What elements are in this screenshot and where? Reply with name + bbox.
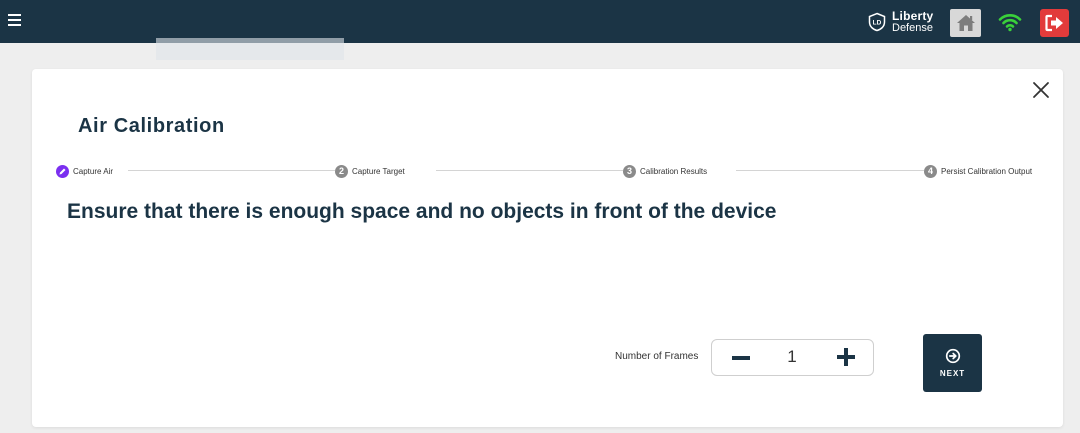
step-connector: [436, 170, 644, 171]
logout-button[interactable]: [1040, 9, 1069, 37]
step-calibration-results: 3 Calibration Results: [623, 164, 708, 178]
instruction-text: Ensure that there is enough space and no…: [67, 200, 777, 223]
step-label: Persist Calibration Output: [941, 166, 1033, 176]
decrement-button[interactable]: [730, 348, 752, 368]
step-label: Capture Target: [352, 166, 405, 176]
pencil-icon: [56, 164, 69, 178]
brand-logo: LD Liberty Defense: [866, 10, 933, 34]
frames-label: Number of Frames: [615, 351, 699, 362]
step-label: Capture Air: [73, 166, 114, 176]
next-button[interactable]: NEXT: [923, 334, 982, 392]
brand-name-line2: Defense: [892, 22, 933, 34]
step-number: 3: [623, 164, 636, 178]
air-calibration-modal: Air Calibration Capture Air 2 Capture Ta…: [32, 69, 1063, 427]
next-label: NEXT: [939, 369, 966, 378]
frames-value[interactable]: 1: [780, 347, 804, 367]
brand-name-line1: Liberty: [892, 9, 934, 23]
page-title: Air Calibration: [78, 115, 225, 137]
home-button[interactable]: [950, 9, 981, 37]
arrow-right-circle-icon: [945, 348, 960, 364]
top-navigation-bar: LD Liberty Defense: [0, 0, 1080, 43]
increment-button[interactable]: [836, 347, 856, 367]
svg-text:LD: LD: [873, 20, 882, 27]
frames-stepper: 1: [711, 339, 874, 376]
step-number: 2: [335, 164, 348, 178]
close-icon[interactable]: [1030, 79, 1052, 101]
logout-icon: [1044, 14, 1063, 32]
step-number: 4: [924, 164, 937, 178]
step-persist-calibration-output: 4 Persist Calibration Output: [924, 164, 1033, 178]
step-connector: [736, 170, 950, 171]
hamburger-menu-icon[interactable]: [8, 14, 21, 26]
step-label: Calibration Results: [640, 166, 708, 176]
step-capture-target: 2 Capture Target: [335, 164, 405, 178]
step-connector: [128, 170, 336, 171]
minus-icon: [732, 356, 750, 360]
liberty-defense-shield-icon: LD: [866, 11, 888, 33]
calibration-stepper: Capture Air 2 Capture Target 3 Calibrati…: [56, 164, 1038, 178]
background-menu-item: [156, 38, 344, 60]
wifi-icon: [997, 11, 1023, 33]
step-capture-air: Capture Air: [56, 164, 114, 178]
home-icon: [956, 15, 975, 31]
